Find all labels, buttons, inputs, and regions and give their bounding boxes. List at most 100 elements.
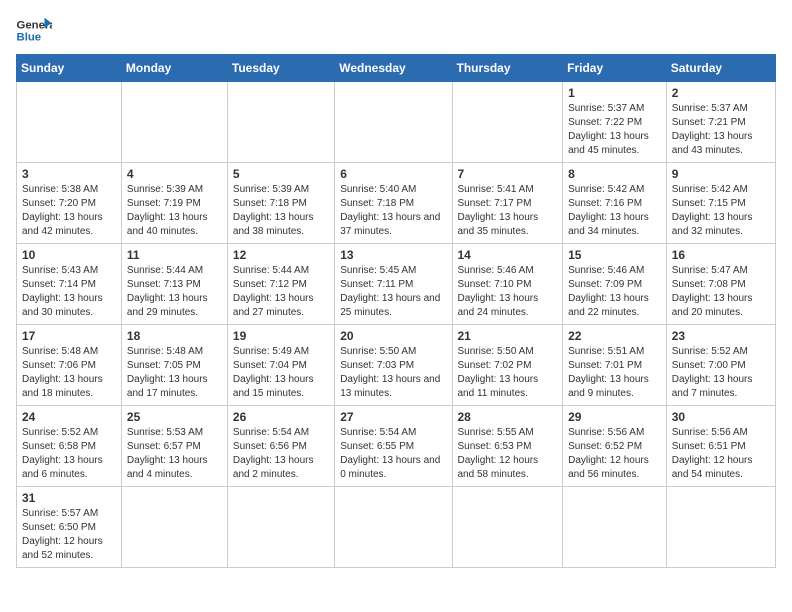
calendar-cell [452,487,563,568]
calendar-cell: 30 Sunrise: 5:56 AM Sunset: 6:51 PM Dayli… [666,406,775,487]
day-info: Sunrise: 5:37 AM Sunset: 7:21 PM Dayligh… [672,102,770,158]
day-info: Sunrise: 5:51 AM Sunset: 7:01 PM Dayligh… [568,345,661,401]
calendar-week-row: 1Sunrise: 5:37 AM Sunset: 7:22 PM Daylig… [17,82,776,163]
day-number: 7 [458,167,558,181]
day-info: Sunrise: 5:50 AM Sunset: 7:03 PM Dayligh… [340,345,446,401]
day-number: 21 [458,329,558,343]
day-info: Sunrise: 5:45 AM Sunset: 7:11 PM Dayligh… [340,264,446,320]
day-number: 12 [233,248,329,262]
calendar-cell: 7 Sunrise: 5:41 AM Sunset: 7:17 PM Daylig… [452,163,563,244]
day-info: Sunrise: 5:44 AM Sunset: 7:12 PM Dayligh… [233,264,329,320]
calendar-header-row: SundayMondayTuesdayWednesdayThursdayFrid… [17,55,776,82]
calendar-cell: 6 Sunrise: 5:40 AM Sunset: 7:18 PM Daylig… [335,163,452,244]
calendar-cell: 22Sunrise: 5:51 AM Sunset: 7:01 PM Dayli… [563,325,667,406]
calendar-cell: 14Sunrise: 5:46 AM Sunset: 7:10 PM Dayli… [452,244,563,325]
day-info: Sunrise: 5:53 AM Sunset: 6:57 PM Dayligh… [127,426,222,482]
day-number: 25 [127,410,222,424]
calendar-cell [121,82,227,163]
day-number: 28 [458,410,558,424]
calendar-cell: 17 Sunrise: 5:48 AM Sunset: 7:06 PM Dayli… [17,325,122,406]
calendar-cell: 26 Sunrise: 5:54 AM Sunset: 6:56 PM Dayli… [227,406,334,487]
calendar-cell: 1Sunrise: 5:37 AM Sunset: 7:22 PM Daylig… [563,82,667,163]
day-number: 6 [340,167,446,181]
day-number: 4 [127,167,222,181]
calendar-cell [121,487,227,568]
day-info: Sunrise: 5:49 AM Sunset: 7:04 PM Dayligh… [233,345,329,401]
day-number: 26 [233,410,329,424]
calendar-cell: 4 Sunrise: 5:39 AM Sunset: 7:19 PM Daylig… [121,163,227,244]
calendar-cell [335,82,452,163]
calendar-cell: 13 Sunrise: 5:45 AM Sunset: 7:11 PM Dayli… [335,244,452,325]
day-number: 3 [22,167,116,181]
day-number: 30 [672,410,770,424]
day-number: 20 [340,329,446,343]
calendar-cell: 3 Sunrise: 5:38 AM Sunset: 7:20 PM Daylig… [17,163,122,244]
day-info: Sunrise: 5:39 AM Sunset: 7:18 PM Dayligh… [233,183,329,239]
day-number: 13 [340,248,446,262]
calendar-cell: 2 Sunrise: 5:37 AM Sunset: 7:21 PM Daylig… [666,82,775,163]
day-info: Sunrise: 5:39 AM Sunset: 7:19 PM Dayligh… [127,183,222,239]
day-number: 17 [22,329,116,343]
day-number: 14 [458,248,558,262]
calendar-week-row: 10Sunrise: 5:43 AM Sunset: 7:14 PM Dayli… [17,244,776,325]
day-info: Sunrise: 5:57 AM Sunset: 6:50 PM Dayligh… [22,507,116,563]
day-number: 15 [568,248,661,262]
calendar-cell: 19 Sunrise: 5:49 AM Sunset: 7:04 PM Dayli… [227,325,334,406]
day-info: Sunrise: 5:40 AM Sunset: 7:18 PM Dayligh… [340,183,446,239]
day-number: 5 [233,167,329,181]
day-number: 16 [672,248,770,262]
col-header-thursday: Thursday [452,55,563,82]
day-info: Sunrise: 5:56 AM Sunset: 6:51 PM Dayligh… [672,426,770,482]
day-number: 23 [672,329,770,343]
calendar-cell: 20 Sunrise: 5:50 AM Sunset: 7:03 PM Dayli… [335,325,452,406]
calendar-cell: 31Sunrise: 5:57 AM Sunset: 6:50 PM Dayli… [17,487,122,568]
calendar-cell: 10Sunrise: 5:43 AM Sunset: 7:14 PM Dayli… [17,244,122,325]
col-header-tuesday: Tuesday [227,55,334,82]
header: GeneralBlue [16,16,776,44]
day-info: Sunrise: 5:44 AM Sunset: 7:13 PM Dayligh… [127,264,222,320]
calendar-cell [666,487,775,568]
calendar-week-row: 31Sunrise: 5:57 AM Sunset: 6:50 PM Dayli… [17,487,776,568]
day-info: Sunrise: 5:48 AM Sunset: 7:06 PM Dayligh… [22,345,116,401]
svg-text:Blue: Blue [17,32,42,44]
day-info: Sunrise: 5:41 AM Sunset: 7:17 PM Dayligh… [458,183,558,239]
day-number: 24 [22,410,116,424]
day-number: 19 [233,329,329,343]
calendar-cell: 23 Sunrise: 5:52 AM Sunset: 7:00 PM Dayli… [666,325,775,406]
calendar-week-row: 24Sunrise: 5:52 AM Sunset: 6:58 PM Dayli… [17,406,776,487]
calendar-cell [452,82,563,163]
day-info: Sunrise: 5:43 AM Sunset: 7:14 PM Dayligh… [22,264,116,320]
day-info: Sunrise: 5:46 AM Sunset: 7:09 PM Dayligh… [568,264,661,320]
calendar-cell: 15 Sunrise: 5:46 AM Sunset: 7:09 PM Dayli… [563,244,667,325]
day-info: Sunrise: 5:47 AM Sunset: 7:08 PM Dayligh… [672,264,770,320]
calendar-cell: 18Sunrise: 5:48 AM Sunset: 7:05 PM Dayli… [121,325,227,406]
day-number: 27 [340,410,446,424]
calendar-cell [17,82,122,163]
calendar-table: SundayMondayTuesdayWednesdayThursdayFrid… [16,54,776,568]
calendar-week-row: 3 Sunrise: 5:38 AM Sunset: 7:20 PM Daylig… [17,163,776,244]
day-number: 9 [672,167,770,181]
calendar-cell: 11 Sunrise: 5:44 AM Sunset: 7:13 PM Dayli… [121,244,227,325]
calendar-cell: 21Sunrise: 5:50 AM Sunset: 7:02 PM Dayli… [452,325,563,406]
calendar-week-row: 17 Sunrise: 5:48 AM Sunset: 7:06 PM Dayli… [17,325,776,406]
calendar-cell: 24Sunrise: 5:52 AM Sunset: 6:58 PM Dayli… [17,406,122,487]
calendar-cell: 27 Sunrise: 5:54 AM Sunset: 6:55 PM Dayli… [335,406,452,487]
day-info: Sunrise: 5:56 AM Sunset: 6:52 PM Dayligh… [568,426,661,482]
calendar-cell [227,487,334,568]
calendar-cell [335,487,452,568]
calendar-cell: 28Sunrise: 5:55 AM Sunset: 6:53 PM Dayli… [452,406,563,487]
day-info: Sunrise: 5:52 AM Sunset: 7:00 PM Dayligh… [672,345,770,401]
day-number: 8 [568,167,661,181]
calendar-cell [563,487,667,568]
day-info: Sunrise: 5:38 AM Sunset: 7:20 PM Dayligh… [22,183,116,239]
col-header-sunday: Sunday [17,55,122,82]
day-number: 11 [127,248,222,262]
day-info: Sunrise: 5:54 AM Sunset: 6:56 PM Dayligh… [233,426,329,482]
logo: GeneralBlue [16,16,52,44]
day-number: 18 [127,329,222,343]
day-number: 2 [672,86,770,100]
col-header-friday: Friday [563,55,667,82]
day-info: Sunrise: 5:54 AM Sunset: 6:55 PM Dayligh… [340,426,446,482]
calendar-cell: 12 Sunrise: 5:44 AM Sunset: 7:12 PM Dayli… [227,244,334,325]
calendar-cell: 9Sunrise: 5:42 AM Sunset: 7:15 PM Daylig… [666,163,775,244]
